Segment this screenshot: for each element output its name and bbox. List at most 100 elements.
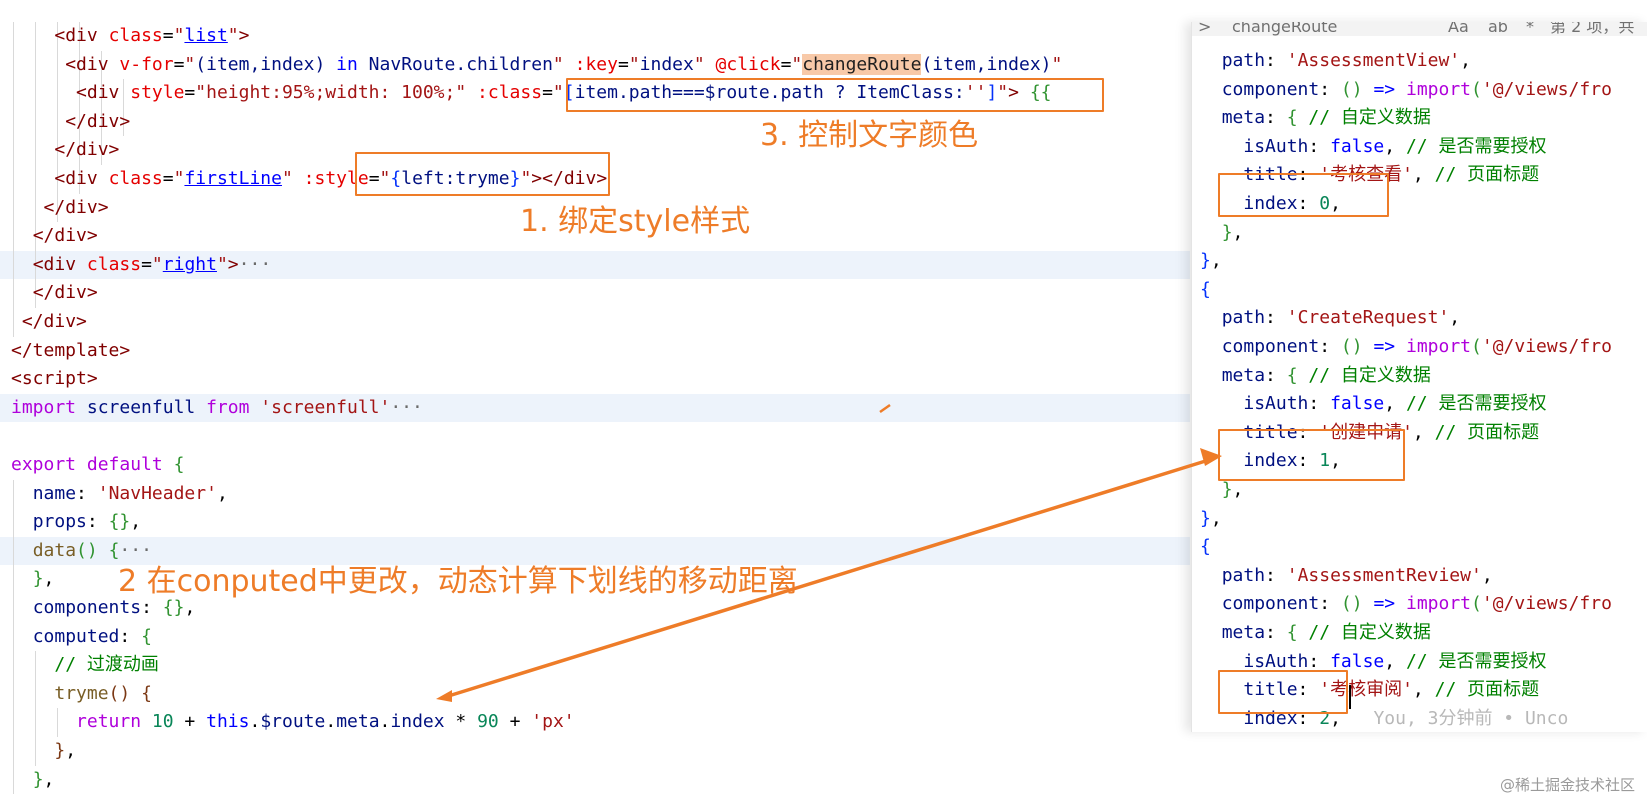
left-code-line[interactable]: }, bbox=[0, 765, 1190, 795]
left-code-line[interactable]: }, bbox=[0, 737, 1190, 766]
code-token: :class bbox=[477, 82, 543, 104]
left-code-line[interactable]: name: 'NavHeader', bbox=[0, 479, 1190, 509]
code-token: <div bbox=[54, 168, 98, 189]
annotation-box-index-1 bbox=[1218, 429, 1405, 481]
right-code-line[interactable]: meta: { // 自定义数据 bbox=[1192, 362, 1647, 391]
code-token: ( bbox=[1471, 593, 1482, 615]
right-code-line[interactable]: path: 'CreateRequest', bbox=[1192, 304, 1647, 333]
code-text: </template> bbox=[11, 337, 130, 366]
left-code-line[interactable]: </div> bbox=[0, 308, 1190, 337]
right-code-line[interactable]: isAuth: false, // 是否需要授权 bbox=[1192, 133, 1647, 162]
right-code-line[interactable]: }, bbox=[1192, 505, 1647, 534]
left-code-line[interactable]: import screenfull from 'screenfull'··· bbox=[0, 393, 1190, 423]
left-code-line[interactable]: <script> bbox=[0, 365, 1190, 394]
code-token: <div bbox=[32, 253, 77, 275]
right-code-line[interactable]: path: 'AssessmentReview', bbox=[1192, 562, 1647, 591]
code-token: " bbox=[1051, 53, 1063, 75]
code-token: class bbox=[86, 253, 142, 275]
left-code-line[interactable]: export default { bbox=[0, 451, 1190, 480]
code-token: import bbox=[11, 396, 77, 418]
code-token: } bbox=[32, 568, 44, 590]
left-code-line[interactable] bbox=[0, 422, 1190, 451]
code-token: = bbox=[617, 53, 629, 75]
code-token: component bbox=[1221, 593, 1320, 615]
left-code-line[interactable]: <div class="list"> bbox=[0, 22, 1190, 51]
left-code-line[interactable]: return 10 + this.$route.meta.index * 90 … bbox=[0, 708, 1190, 737]
code-token: class bbox=[108, 168, 163, 189]
code-token: , bbox=[130, 511, 142, 533]
code-text: { bbox=[1200, 533, 1211, 562]
right-code-line[interactable]: meta: { // 自定义数据 bbox=[1192, 619, 1647, 648]
code-text: // 过渡动画 bbox=[11, 651, 159, 680]
code-token: , bbox=[184, 597, 196, 618]
code-token: { bbox=[1286, 107, 1298, 129]
left-code-line[interactable]: </div> bbox=[0, 279, 1190, 308]
code-token: { bbox=[173, 454, 185, 475]
right-code-line[interactable]: meta: { // 自定义数据 bbox=[1192, 104, 1647, 133]
code-text: return 10 + this.$route.meta.index * 90 … bbox=[11, 708, 575, 737]
left-code-line[interactable]: // 过渡动画 bbox=[0, 651, 1190, 680]
code-token: () bbox=[76, 539, 98, 561]
code-token: , bbox=[216, 482, 228, 504]
code-token: , bbox=[1232, 221, 1244, 243]
code-token: , bbox=[1384, 393, 1406, 415]
code-token: <script> bbox=[11, 368, 98, 390]
code-token: : bbox=[86, 511, 109, 533]
right-code-line[interactable]: { bbox=[1192, 533, 1647, 562]
match-case-toggle[interactable]: Aa bbox=[1448, 22, 1469, 36]
right-code-line[interactable]: }, bbox=[1192, 219, 1647, 248]
code-token: > bbox=[227, 253, 239, 275]
find-input[interactable]: changeRoute bbox=[1232, 22, 1337, 36]
right-code-line[interactable]: component: () => import('@/views/fro bbox=[1192, 76, 1647, 105]
code-token: : bbox=[141, 597, 163, 618]
code-token: 'px' bbox=[531, 711, 575, 733]
left-code-line[interactable]: <div class="right">··· bbox=[0, 250, 1190, 280]
regex-toggle[interactable]: * bbox=[1526, 22, 1534, 36]
code-token: return bbox=[76, 711, 142, 733]
code-token: You, 3分钟前 • Unco bbox=[1373, 707, 1569, 729]
find-widget[interactable]: > changeRoute Aa ab * 第 2 项，共 bbox=[1192, 22, 1647, 36]
left-code-line[interactable]: props: {}, bbox=[0, 508, 1190, 537]
right-code-line[interactable]: isAuth: false, // 是否需要授权 bbox=[1192, 390, 1647, 419]
left-code-line[interactable]: </template> bbox=[0, 337, 1190, 366]
right-code-line[interactable]: path: 'AssessmentView', bbox=[1192, 47, 1647, 76]
left-code-editor[interactable]: <div class="list"> <div v-for="(item,ind… bbox=[0, 0, 1190, 799]
whole-word-toggle[interactable]: ab bbox=[1488, 22, 1508, 36]
left-code-line[interactable]: </div> bbox=[0, 107, 1190, 137]
code-text: meta: { // 自定义数据 bbox=[1200, 362, 1431, 391]
code-text: name: 'NavHeader', bbox=[11, 480, 228, 509]
right-code-line[interactable]: component: () => import('@/views/fro bbox=[1192, 333, 1647, 362]
right-code-editor[interactable]: > changeRoute Aa ab * 第 2 项，共 path: 'Ass… bbox=[1191, 22, 1647, 732]
code-token: , bbox=[1412, 421, 1435, 443]
left-code-line[interactable]: tryme() { bbox=[0, 679, 1190, 709]
code-token: false bbox=[1330, 393, 1385, 415]
code-text: computed: { bbox=[11, 623, 152, 652]
left-code-line[interactable]: computed: { bbox=[0, 622, 1190, 652]
code-token: : bbox=[1265, 307, 1287, 329]
code-token: false bbox=[1330, 135, 1385, 157]
code-token: ( bbox=[1471, 336, 1482, 357]
code-token: { bbox=[141, 682, 152, 704]
code-token: : bbox=[1265, 622, 1287, 643]
right-code-line[interactable]: }, bbox=[1192, 247, 1647, 276]
code-token: * bbox=[444, 711, 478, 733]
code-token: = bbox=[184, 82, 196, 104]
left-code-line[interactable]: <div v-for="(item,index) in NavRoute.chi… bbox=[0, 50, 1190, 80]
find-toggle-icon[interactable]: > bbox=[1198, 22, 1211, 36]
right-code-line[interactable]: { bbox=[1192, 276, 1647, 305]
right-code-line[interactable]: component: () => import('@/views/fro bbox=[1192, 590, 1647, 619]
code-token: '@/views/fro bbox=[1481, 593, 1612, 615]
code-token: : bbox=[1265, 364, 1287, 386]
code-token: computed bbox=[32, 625, 120, 647]
annotation-text-class-color: 3. 控制文字颜色 bbox=[760, 118, 979, 153]
